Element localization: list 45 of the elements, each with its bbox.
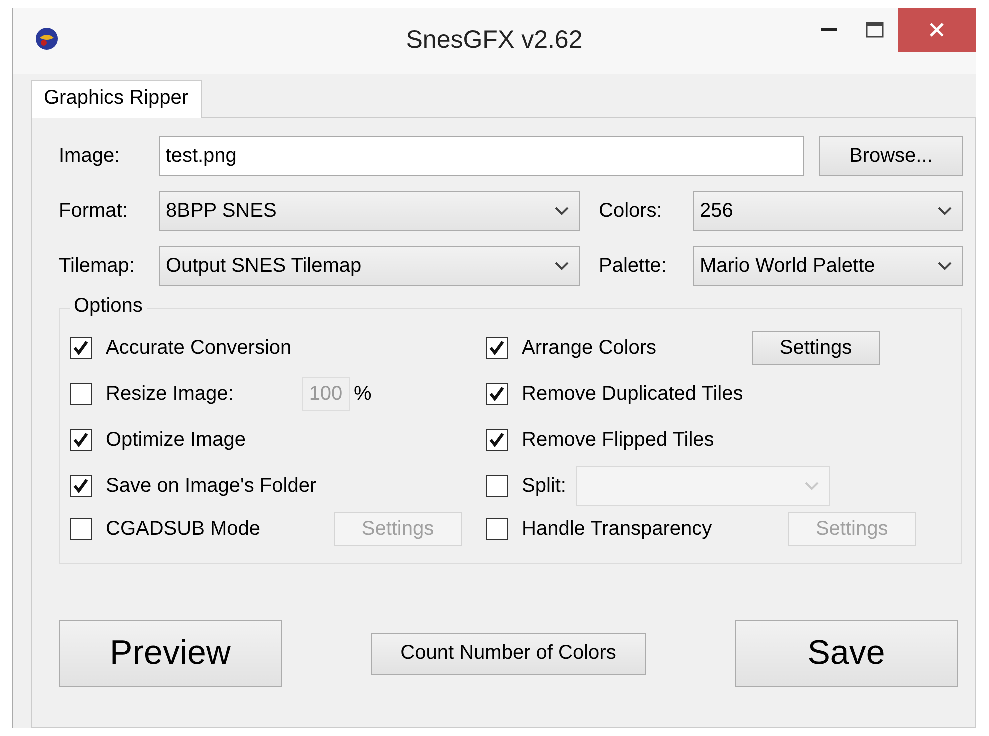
option-label: Remove Duplicated Tiles: [522, 382, 744, 406]
format-dropdown[interactable]: 8BPP SNES: [159, 191, 580, 231]
browse-button[interactable]: Browse...: [819, 136, 963, 176]
maximize-icon: [866, 22, 884, 38]
chevron-down-icon: [938, 206, 952, 216]
percent-unit: %: [354, 382, 372, 406]
option-label: Resize Image:: [106, 382, 235, 406]
action-button[interactable]: Preview: [59, 620, 282, 687]
checkbox[interactable]: [486, 337, 508, 359]
tilemap-label: Tilemap:: [59, 254, 136, 278]
action-button[interactable]: Save: [735, 620, 958, 687]
checkbox[interactable]: [70, 475, 92, 497]
option-label: Accurate Conversion: [106, 336, 292, 360]
checkbox[interactable]: [70, 337, 92, 359]
close-icon: [929, 22, 945, 38]
minimize-icon: [821, 28, 837, 32]
option-label: CGADSUB Mode: [106, 518, 262, 540]
image-field[interactable]: test.png: [158, 136, 804, 176]
option-label: Save on Image's Folder: [106, 474, 317, 498]
window-title: SnesGFX v2.62: [406, 26, 583, 54]
app-logo-icon: [35, 26, 59, 52]
option-label: Handle Transparency: [522, 518, 712, 540]
chevron-down-icon: [555, 206, 569, 216]
option-label: Optimize Image: [106, 428, 246, 452]
close-button[interactable]: [898, 8, 976, 52]
settings-button[interactable]: Settings: [752, 331, 880, 365]
checkbox[interactable]: [486, 429, 508, 451]
tilemap-dropdown[interactable]: Output SNES Tilemap: [159, 246, 580, 286]
option-label: Arrange Colors: [522, 336, 658, 360]
checkbox[interactable]: [486, 383, 508, 405]
checkbox[interactable]: [70, 429, 92, 451]
options-title: Options: [70, 295, 147, 318]
image-label: Image:: [59, 144, 122, 168]
palette-label: Palette:: [599, 254, 668, 278]
chevron-down-icon: [805, 482, 820, 490]
format-label: Format:: [59, 200, 129, 222]
count-colors-button[interactable]: Count Number of Colors: [371, 632, 646, 674]
colors-dropdown[interactable]: 256: [693, 191, 963, 231]
option-label: Split:: [522, 474, 566, 498]
chevron-down-icon: [938, 262, 952, 270]
option-label: Remove Flipped Tiles: [522, 428, 714, 452]
palette-dropdown[interactable]: Mario World Palette: [693, 246, 963, 286]
tab[interactable]: Graphics Ripper: [31, 80, 202, 118]
colors-label: Colors:: [599, 200, 664, 222]
chevron-down-icon: [555, 262, 569, 270]
